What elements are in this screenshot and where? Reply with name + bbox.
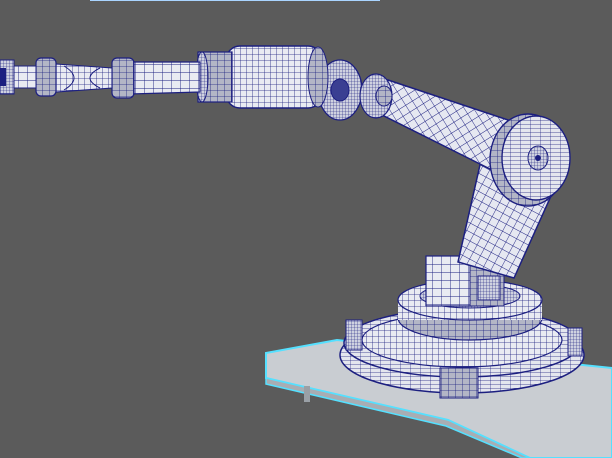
viewport-3d[interactable] [0,0,612,458]
robot-arm-wireframe-scene[interactable] [0,0,612,458]
elbow-joint[interactable] [489,113,571,207]
wrist-joint[interactable] [317,59,393,121]
tool-shaft[interactable] [0,57,201,99]
forearm-cylinder[interactable] [195,45,329,109]
robot-base[interactable] [339,255,585,399]
